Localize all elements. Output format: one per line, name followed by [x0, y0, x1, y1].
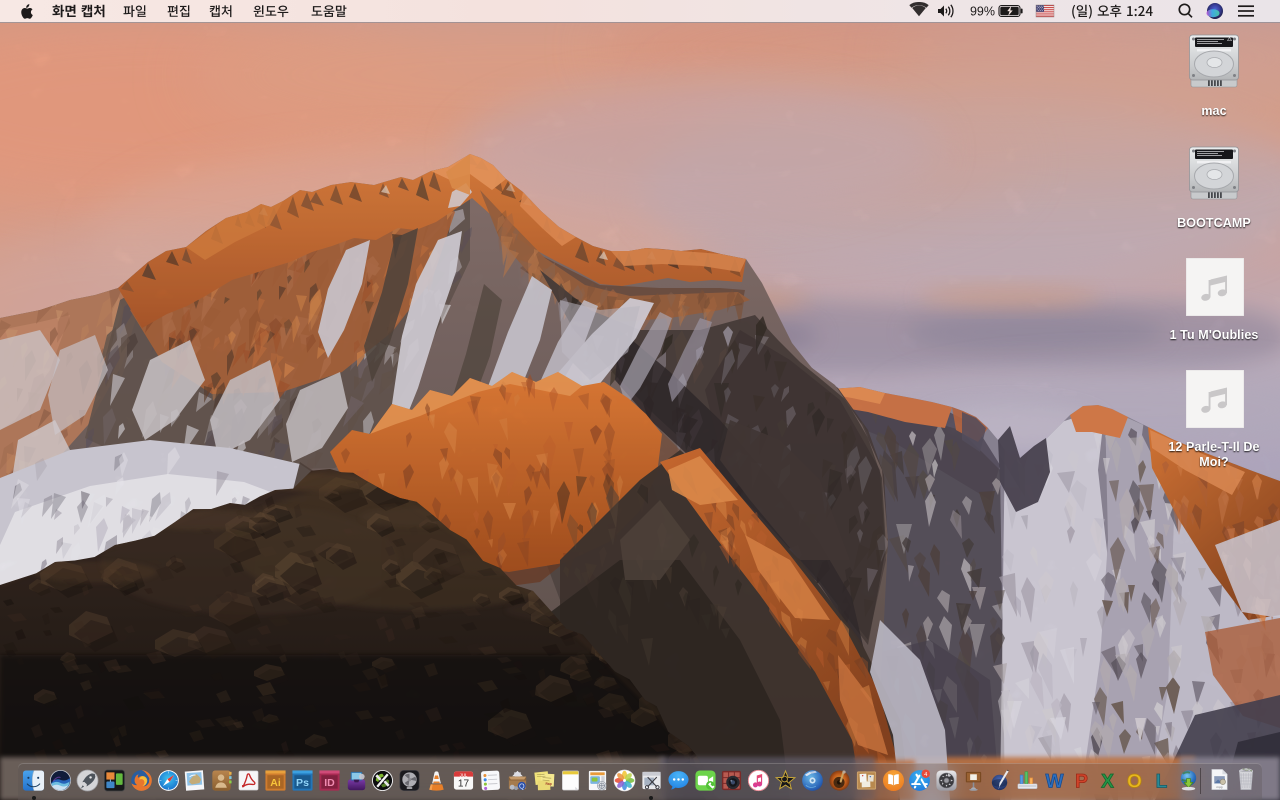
- svg-text:JUL: JUL: [460, 772, 468, 777]
- svg-text:W: W: [1045, 772, 1064, 792]
- svg-text:99%: 99%: [970, 5, 995, 19]
- svg-text:P: P: [1075, 772, 1088, 792]
- svg-text:Q: Q: [519, 782, 525, 790]
- svg-text:ID: ID: [324, 777, 335, 789]
- svg-text:17: 17: [458, 779, 470, 790]
- svg-text:Rap: Rap: [545, 782, 551, 786]
- svg-text:Ps: Ps: [296, 777, 309, 789]
- svg-text:Ai: Ai: [270, 777, 281, 789]
- svg-text:mpg: mpg: [1216, 785, 1222, 789]
- svg-text:X: X: [1101, 772, 1114, 792]
- svg-text:O: O: [1127, 772, 1142, 792]
- svg-text:L: L: [1156, 772, 1168, 792]
